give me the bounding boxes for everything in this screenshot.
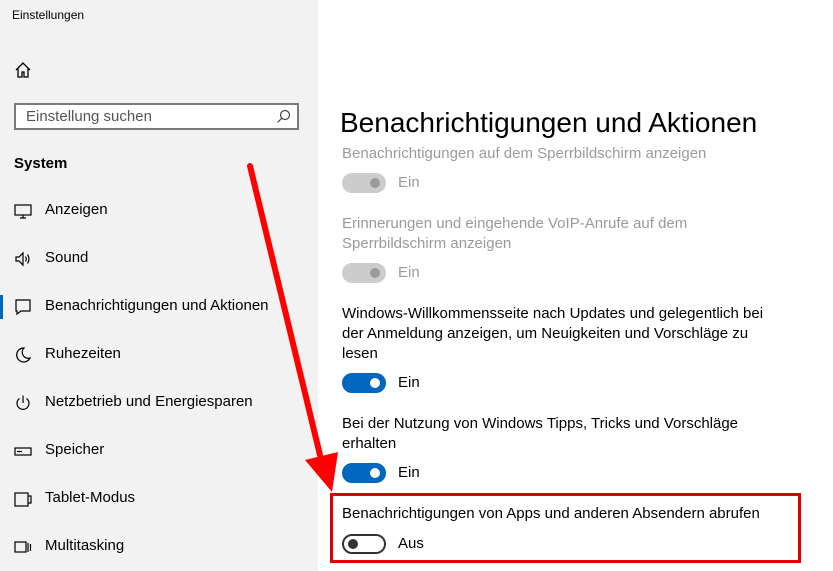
page-title: Benachrichtigungen und Aktionen xyxy=(340,107,758,138)
toggle-state-label: Aus xyxy=(398,535,424,552)
setting-toggle-tipps[interactable]: Ein xyxy=(342,463,542,483)
toggle-state-label: Ein xyxy=(398,174,420,191)
toggle-knob xyxy=(348,539,358,549)
toggle-state-label: Ein xyxy=(398,374,420,391)
section-title: System xyxy=(14,155,68,172)
setting-label-sperrbildschirm: Benachrichtigungen auf dem Sperrbildschi… xyxy=(342,145,707,162)
setting-label-voip: Erinnerungen und eingehende VoIP-Anrufe … xyxy=(342,215,688,252)
sidebar-item-label: Speicher xyxy=(45,441,105,458)
notification-icon xyxy=(14,298,32,316)
tablet-icon xyxy=(14,490,32,508)
sidebar-item-speicher[interactable]: Speicher xyxy=(0,433,318,469)
active-indicator xyxy=(0,295,3,319)
sidebar-item-label: Benachrichtigungen und Aktionen xyxy=(45,297,269,314)
toggle-knob xyxy=(370,468,380,478)
search-input[interactable] xyxy=(26,107,266,126)
speaker-icon xyxy=(14,250,32,268)
sidebar: Einstellungen System Anzeigen Sound Bena… xyxy=(0,0,318,571)
sidebar-item-benachrichtigungen[interactable]: Benachrichtigungen und Aktionen xyxy=(0,289,318,325)
toggle-knob xyxy=(370,178,380,188)
sidebar-item-label: Sound xyxy=(45,249,89,266)
toggle-state-label: Ein xyxy=(398,464,420,481)
sidebar-item-label: Netzbetrieb und Energiesparen xyxy=(45,393,253,410)
setting-label-tipps: Bei der Nutzung von Windows Tipps, Trick… xyxy=(342,415,739,452)
monitor-icon xyxy=(14,202,32,220)
sidebar-item-label: Tablet-Modus xyxy=(45,489,136,506)
setting-label-willkommensseite: Windows-Willkommensseite nach Updates un… xyxy=(342,305,764,362)
setting-toggle-app-benachrichtigungen[interactable]: Aus xyxy=(342,534,542,554)
toggle-knob xyxy=(370,378,380,388)
sidebar-item-label: Ruhezeiten xyxy=(45,345,121,362)
toggle-switch[interactable] xyxy=(342,463,386,483)
sidebar-item-label: Anzeigen xyxy=(45,201,108,218)
home-icon[interactable] xyxy=(14,61,32,79)
sidebar-item-label: Multitasking xyxy=(45,537,125,554)
setting-toggle-sperrbildschirm: Ein xyxy=(342,173,542,193)
search-box[interactable] xyxy=(14,103,299,130)
toggle-knob xyxy=(370,268,380,278)
sidebar-item-ruhezeiten[interactable]: Ruhezeiten xyxy=(0,337,318,373)
toggle-switch[interactable] xyxy=(342,373,386,393)
sidebar-item-multitasking[interactable]: Multitasking xyxy=(0,529,318,565)
sidebar-item-anzeigen[interactable]: Anzeigen xyxy=(0,193,318,229)
power-icon xyxy=(14,394,32,412)
sidebar-item-sound[interactable]: Sound xyxy=(0,241,318,277)
setting-toggle-voip: Ein xyxy=(342,263,542,283)
toggle-switch xyxy=(342,173,386,193)
toggle-switch xyxy=(342,263,386,283)
search-icon[interactable] xyxy=(276,109,291,124)
sidebar-item-netzbetrieb[interactable]: Netzbetrieb und Energiesparen xyxy=(0,385,318,421)
storage-icon xyxy=(14,442,32,460)
moon-icon xyxy=(14,346,32,364)
window-title: Einstellungen xyxy=(12,8,85,22)
setting-label-app-benachrichtigungen: Benachrichtigungen von Apps und anderen … xyxy=(342,505,760,522)
toggle-switch[interactable] xyxy=(342,534,386,554)
setting-toggle-willkommensseite[interactable]: Ein xyxy=(342,373,542,393)
toggle-state-label: Ein xyxy=(398,264,420,281)
multitasking-icon xyxy=(14,538,32,556)
sidebar-item-tablet-modus[interactable]: Tablet-Modus xyxy=(0,481,318,517)
